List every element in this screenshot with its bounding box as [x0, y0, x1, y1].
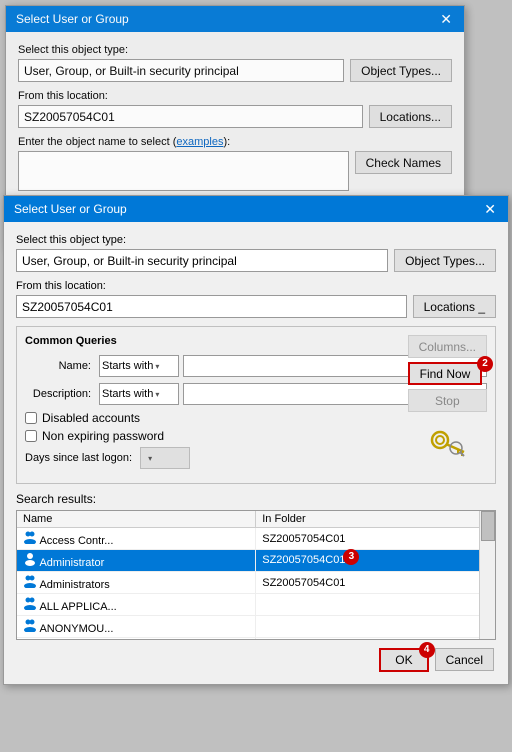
table-row[interactable]: AdministratorSZ20057054C013 — [17, 550, 495, 572]
cell-name: Authenticated... — [17, 638, 256, 641]
cell-name: Administrators — [17, 572, 256, 594]
examples-link[interactable]: examples — [176, 136, 223, 148]
dialog-1-locations-btn[interactable]: Locations... — [369, 105, 452, 128]
scrollbar-thumb[interactable] — [481, 511, 495, 541]
cell-folder: SZ20057054C013 — [256, 550, 495, 572]
days-since-select[interactable]: ▾ — [140, 447, 190, 469]
non-expiring-password-checkbox[interactable] — [25, 430, 37, 442]
group-icon — [23, 618, 37, 632]
name-starts-with-select[interactable]: Starts with ▾ — [99, 355, 179, 377]
non-expiring-password-label: Non expiring password — [42, 429, 164, 443]
dialog-1-location-label: From this location: — [18, 90, 452, 102]
dialog-1-location-input[interactable] — [18, 105, 363, 128]
dialog-1-object-types-btn[interactable]: Object Types... — [350, 59, 452, 82]
table-row[interactable]: ALL APPLICA... — [17, 594, 495, 616]
results-table: Name In Folder Access Contr...SZ20057054… — [17, 511, 495, 640]
dialog-1-titlebar: Select User or Group ✕ — [6, 6, 464, 32]
dialog-2-locations-btn[interactable]: Locations _ — [413, 295, 496, 318]
dialog-2-cancel-btn[interactable]: Cancel — [435, 648, 494, 671]
user-icon — [23, 552, 37, 566]
dialog-2-titlebar: Select User or Group ✕ — [4, 196, 508, 222]
right-buttons-area: Columns... Find Now 2 Stop — [408, 335, 487, 467]
dialog-1-name-area[interactable] — [18, 151, 349, 191]
col-folder-header: In Folder — [256, 511, 495, 528]
description-label: Description: — [25, 388, 95, 400]
dialog-2-title: Select User or Group — [14, 202, 127, 216]
table-row[interactable]: Access Contr...SZ20057054C01 — [17, 528, 495, 550]
disabled-accounts-checkbox[interactable] — [25, 412, 37, 424]
cell-folder — [256, 616, 495, 638]
common-queries-section: Common Queries Columns... Find Now 2 Sto… — [16, 326, 496, 484]
dialog-1-close[interactable]: ✕ — [438, 12, 454, 26]
table-row[interactable]: AdministratorsSZ20057054C01 — [17, 572, 495, 594]
cell-folder — [256, 638, 495, 641]
days-since-label: Days since last logon: — [25, 452, 132, 464]
columns-btn[interactable]: Columns... — [408, 335, 487, 358]
name-label: Name: — [25, 360, 95, 372]
search-results-label: Search results: — [16, 492, 496, 506]
results-scrollbar[interactable] — [479, 511, 495, 639]
dialog-2-object-type-label: Select this object type: — [16, 234, 496, 246]
cell-folder — [256, 594, 495, 616]
disabled-accounts-label: Disabled accounts — [42, 411, 140, 425]
cell-folder: SZ20057054C01 — [256, 572, 495, 594]
dialog-2-location-label: From this location: — [16, 280, 496, 292]
table-row[interactable]: ANONYMOU... — [17, 616, 495, 638]
dialog-2-location-input[interactable] — [16, 295, 407, 318]
dialog-2-object-types-btn[interactable]: Object Types... — [394, 249, 496, 272]
dialog-1-check-names-btn[interactable]: Check Names — [355, 151, 452, 174]
group-icon — [23, 530, 37, 544]
group-icon — [23, 574, 37, 588]
find-now-btn[interactable]: Find Now — [408, 362, 483, 385]
key-icon — [426, 422, 468, 464]
description-starts-with-select[interactable]: Starts with ▾ — [99, 383, 179, 405]
bottom-buttons: OK 4 Cancel — [16, 648, 496, 672]
search-results-area: Search results: Name In Folder Access Co… — [16, 492, 496, 640]
badge-3: 3 — [343, 549, 359, 565]
chevron-down-icon-2: ▾ — [155, 390, 159, 399]
badge-4: 4 — [419, 642, 435, 658]
dialog-1-enter-name-label: Enter the object name to select (example… — [18, 136, 452, 148]
cell-name: ALL APPLICA... — [17, 594, 256, 616]
chevron-down-icon-3: ▾ — [148, 454, 152, 463]
dialog-2: Select User or Group ✕ Select this objec… — [3, 195, 509, 685]
group-icon — [23, 596, 37, 610]
dialog-1-object-type-input[interactable] — [18, 59, 344, 82]
cell-folder: SZ20057054C01 — [256, 528, 495, 550]
dialog-2-object-type-input[interactable] — [16, 249, 388, 272]
dialog-2-close[interactable]: ✕ — [482, 202, 498, 216]
cell-name: ANONYMOU... — [17, 616, 256, 638]
chevron-down-icon: ▾ — [155, 362, 159, 371]
col-name-header: Name — [17, 511, 256, 528]
cell-name: Administrator — [17, 550, 256, 572]
dialog-1-object-type-label: Select this object type: — [18, 44, 452, 56]
cell-name: Access Contr... — [17, 528, 256, 550]
badge-2: 2 — [477, 356, 493, 372]
dialog-1-title: Select User or Group — [16, 12, 129, 26]
table-row[interactable]: Authenticated... — [17, 638, 495, 641]
stop-btn[interactable]: Stop — [408, 389, 487, 412]
